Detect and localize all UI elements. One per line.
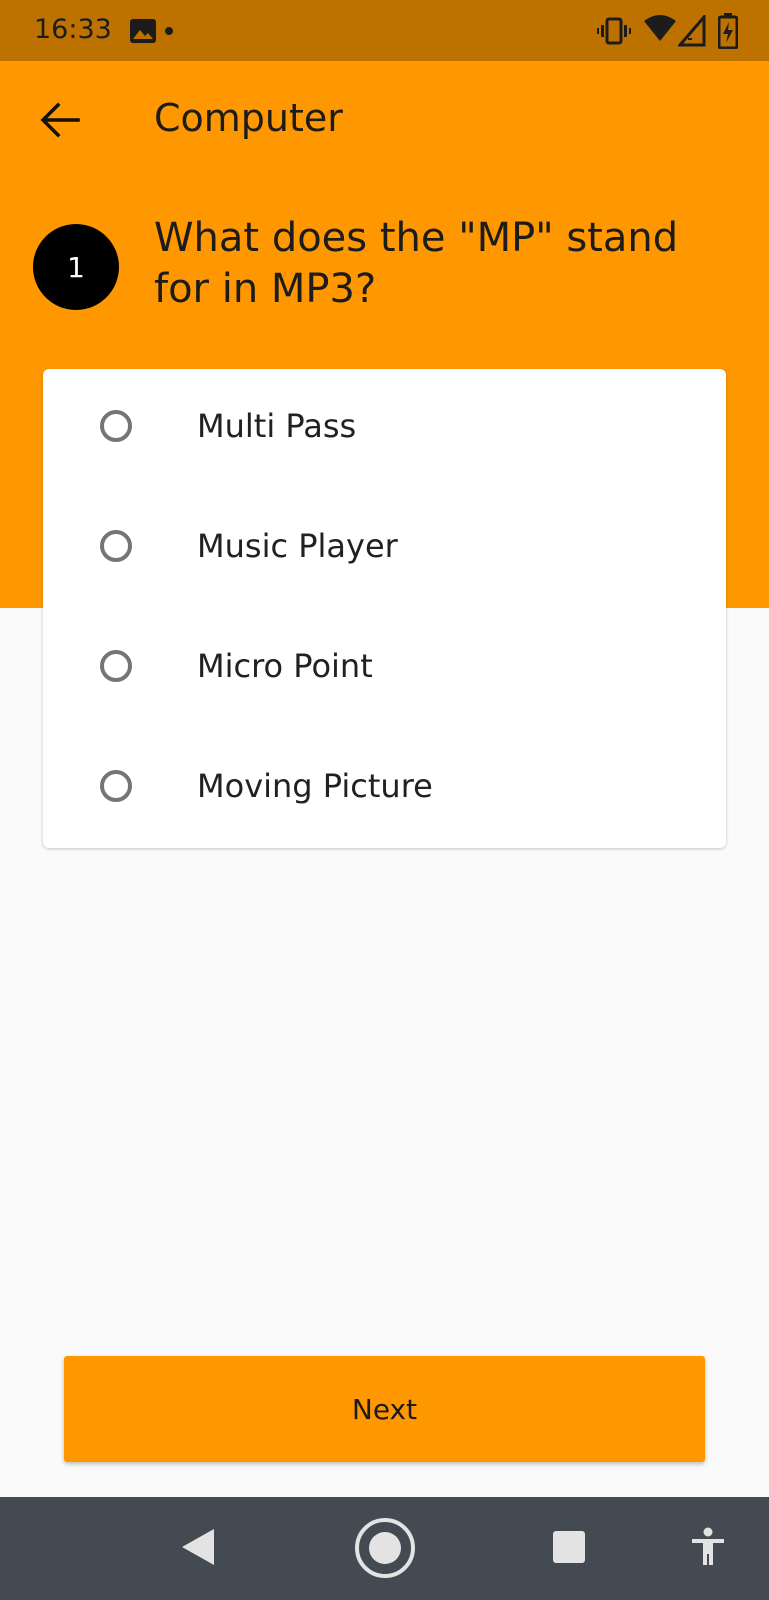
notification-dot bbox=[165, 27, 173, 35]
status-bar: 16:33 bbox=[0, 0, 769, 61]
signal-icon bbox=[678, 15, 706, 47]
option-label: Music Player bbox=[197, 527, 398, 565]
status-time: 16:33 bbox=[34, 14, 112, 45]
nav-back-icon[interactable] bbox=[180, 1527, 216, 1567]
radio-button[interactable] bbox=[100, 410, 132, 442]
option-multi-pass[interactable]: Multi Pass bbox=[43, 369, 726, 489]
toolbar-title: Computer bbox=[154, 96, 343, 140]
option-label: Multi Pass bbox=[197, 407, 357, 445]
image-icon bbox=[130, 19, 156, 43]
question-number: 1 bbox=[67, 250, 85, 284]
nav-recents-icon[interactable] bbox=[552, 1530, 586, 1564]
options-card: Multi Pass Music Player Micro Point Movi… bbox=[43, 369, 726, 848]
next-button-label: Next bbox=[351, 1392, 418, 1426]
question-text: What does the "MP" stand for in MP3? bbox=[154, 215, 679, 312]
back-button[interactable] bbox=[30, 90, 90, 150]
vibrate-icon bbox=[597, 17, 631, 45]
option-moving-picture[interactable]: Moving Picture bbox=[43, 729, 726, 849]
option-music-player[interactable]: Music Player bbox=[43, 489, 726, 609]
navigation-bar bbox=[0, 1497, 769, 1600]
wifi-icon bbox=[644, 15, 676, 41]
radio-button[interactable] bbox=[100, 530, 132, 562]
radio-button[interactable] bbox=[100, 770, 132, 802]
question-number-badge: 1 bbox=[33, 224, 119, 310]
radio-button[interactable] bbox=[100, 650, 132, 682]
arrow-back-icon bbox=[40, 102, 80, 138]
option-label: Micro Point bbox=[197, 647, 373, 685]
accessibility-icon[interactable] bbox=[690, 1527, 726, 1567]
next-button[interactable]: Next bbox=[64, 1356, 705, 1462]
option-label: Moving Picture bbox=[197, 767, 433, 805]
nav-home-icon[interactable] bbox=[354, 1517, 416, 1579]
option-micro-point[interactable]: Micro Point bbox=[43, 609, 726, 729]
battery-charging-icon bbox=[718, 13, 738, 49]
